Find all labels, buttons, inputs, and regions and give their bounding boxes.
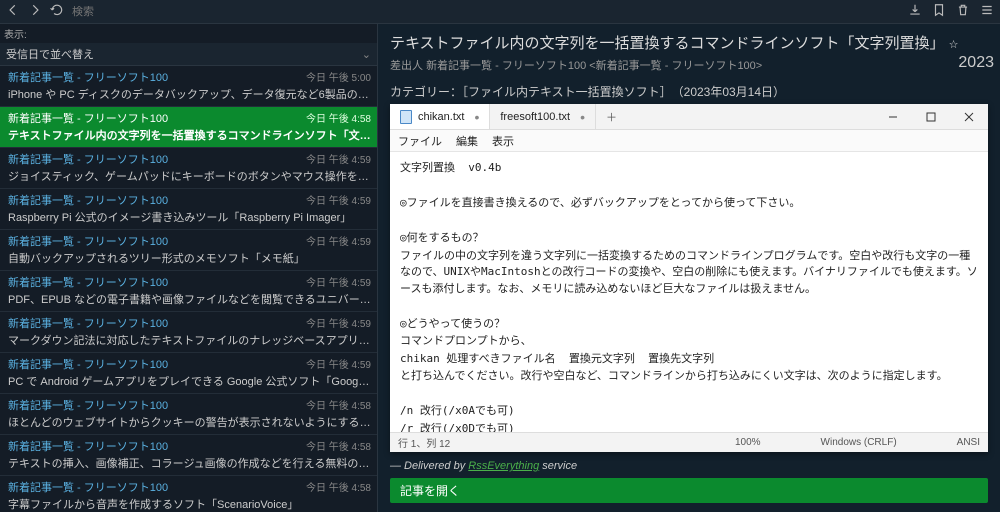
list-item-title: 新着記事一覧 - フリーソフト100: [8, 438, 168, 454]
bookmark-icon[interactable]: [932, 3, 946, 20]
list-item[interactable]: 新着記事一覧 - フリーソフト100 今日 午後 4:59マークダウン記法に対応し…: [0, 312, 377, 353]
message-view-panel: テキストファイル内の文字列を一括置換するコマンドラインソフト「文字列置換」 ☆ 差…: [378, 24, 1000, 512]
tab-label: freesoft100.txt: [500, 111, 570, 123]
document-icon: [400, 110, 412, 124]
list-item-title: 新着記事一覧 - フリーソフト100: [8, 397, 168, 413]
refresh-icon[interactable]: [50, 3, 64, 20]
list-item-time: 今日 午後 4:58: [306, 479, 371, 495]
window-menu: ファイル 編集 表示: [390, 130, 988, 152]
list-item[interactable]: 新着記事一覧 - フリーソフト100 今日 午後 4:59PDF、EPUB などの…: [0, 271, 377, 312]
list-item-subject: PC で Android ゲームアプリをプレイできる Google 公式ソフト「…: [8, 373, 371, 389]
message-list-panel: 表示: 受信日で並べ替え ⌄ 新着記事一覧 - フリーソフト100 今日 午後 5…: [0, 24, 378, 512]
list-item-subject: PDF、EPUB などの電子書籍や画像ファイルなどを閲覧できるユニバーサルドキュ…: [8, 291, 371, 307]
embedded-window: chikan.txt • freesoft100.txt • ＋ ファイル 編集…: [390, 104, 988, 452]
status-bar: 行 1、列 12 100% Windows (CRLF) ANSI: [390, 432, 988, 452]
encoding: ANSI: [957, 437, 980, 448]
cursor-position: 行 1、列 12: [398, 435, 450, 450]
sort-header[interactable]: 受信日で並べ替え ⌄: [0, 43, 377, 66]
list-item[interactable]: 新着記事一覧 - フリーソフト100 今日 午後 4:59ジョイスティック、ゲーム…: [0, 148, 377, 189]
list-item-title: 新着記事一覧 - フリーソフト100: [8, 274, 168, 290]
list-item-time: 今日 午後 4:59: [306, 356, 371, 372]
list-item-title: 新着記事一覧 - フリーソフト100: [8, 315, 168, 331]
download-icon[interactable]: [908, 3, 922, 20]
editor-body[interactable]: 文字列置換 v0.4b ◎ファイルを直接書き換えるので、必ずバックアップをとって…: [390, 152, 988, 432]
list-item[interactable]: 新着記事一覧 - フリーソフト100 今日 午後 4:58字幕ファイルから音声を作…: [0, 476, 377, 512]
list-item-title: 新着記事一覧 - フリーソフト100: [8, 110, 168, 126]
tab-label: chikan.txt: [418, 111, 464, 123]
tab-modified-dot: •: [580, 109, 585, 125]
trash-icon[interactable]: [956, 3, 970, 20]
window-titlebar: chikan.txt • freesoft100.txt • ＋: [390, 104, 988, 130]
list-item-time: 今日 午後 4:59: [306, 233, 371, 249]
rss-link[interactable]: RssEverything: [468, 460, 539, 472]
list-item[interactable]: 新着記事一覧 - フリーソフト100 今日 午後 4:58テキストファイル内の文字…: [0, 107, 377, 148]
sender-label: 差出人: [390, 60, 423, 72]
list-item-title: 新着記事一覧 - フリーソフト100: [8, 151, 168, 167]
back-icon[interactable]: [6, 3, 20, 20]
list-item[interactable]: 新着記事一覧 - フリーソフト100 今日 午後 4:59PC で Android…: [0, 353, 377, 394]
tab-freesoft[interactable]: freesoft100.txt •: [490, 104, 596, 129]
zoom-level: 100%: [735, 437, 761, 448]
list-item-subject: テキストの挿入、画像補正、コラージュ画像の作成などを行える無料の画像編集ソフト「…: [8, 455, 371, 471]
tab-modified-dot: •: [474, 109, 479, 125]
main-toolbar: [0, 0, 1000, 24]
list-item-subject: テキストファイル内の文字列を一括置換するコマンドラインソフト「文字列置換」: [8, 127, 371, 143]
list-item-time: 今日 午後 4:58: [306, 397, 371, 413]
list-item-title: 新着記事一覧 - フリーソフト100: [8, 192, 168, 208]
list-item-time: 今日 午後 4:59: [306, 315, 371, 331]
tab-chikan[interactable]: chikan.txt •: [390, 104, 490, 129]
menu-icon[interactable]: [980, 3, 994, 20]
forward-icon[interactable]: [28, 3, 42, 20]
list-item[interactable]: 新着記事一覧 - フリーソフト100 今日 午後 4:58テキストの挿入、画像補正…: [0, 435, 377, 476]
close-button[interactable]: [950, 104, 988, 130]
list-item-title: 新着記事一覧 - フリーソフト100: [8, 69, 168, 85]
category-line: カテゴリー：［ファイル内テキスト一括置換ソフト］ （2023年03月14日）: [378, 77, 1000, 104]
list-item-subject: ジョイスティック、ゲームパッドにキーボードのボタンやマウス操作をマッピングするソ…: [8, 168, 371, 184]
menu-view[interactable]: 表示: [492, 133, 514, 149]
list-item-title: 新着記事一覧 - フリーソフト100: [8, 479, 168, 495]
menu-file[interactable]: ファイル: [398, 133, 442, 149]
minimize-button[interactable]: [874, 104, 912, 130]
list-item-title: 新着記事一覧 - フリーソフト100: [8, 356, 168, 372]
list-item-time: 今日 午後 4:59: [306, 274, 371, 290]
list-item-time: 今日 午後 4:59: [306, 151, 371, 167]
new-tab-button[interactable]: ＋: [596, 109, 627, 125]
list-item[interactable]: 新着記事一覧 - フリーソフト100 今日 午後 4:59Raspberry Pi…: [0, 189, 377, 230]
chevron-down-icon: ⌄: [362, 48, 371, 61]
list-item-subject: Raspberry Pi 公式のイメージ書き込みツール「Raspberry Pi…: [8, 209, 371, 225]
list-item[interactable]: 新着記事一覧 - フリーソフト100 今日 午後 5:00iPhone や PC …: [0, 66, 377, 107]
list-item-subject: 字幕ファイルから音声を作成するソフト「ScenarioVoice」: [8, 496, 371, 512]
sort-header-label: 受信日で並べ替え: [6, 46, 94, 62]
list-item-subject: 自動バックアップされるツリー形式のメモソフト「メモ紙」: [8, 250, 371, 266]
list-item-time: 今日 午後 4:58: [306, 438, 371, 454]
list-item-time: 今日 午後 4:59: [306, 192, 371, 208]
article-title: テキストファイル内の文字列を一括置換するコマンドラインソフト「文字列置換」: [390, 35, 945, 52]
search-input[interactable]: [72, 6, 192, 18]
line-ending: Windows (CRLF): [821, 437, 897, 448]
list-item-subject: iPhone や PC ディスクのデータバックアップ、データ復元など6製品の無償…: [8, 86, 371, 102]
menu-edit[interactable]: 編集: [456, 133, 478, 149]
list-item-subject: ほとんどのウェブサイトからクッキーの警告が表示されないようにするブラウザー拡張機…: [8, 414, 371, 430]
maximize-button[interactable]: [912, 104, 950, 130]
year-display: 2023: [958, 54, 994, 72]
list-item-title: 新着記事一覧 - フリーソフト100: [8, 233, 168, 249]
list-item-time: 今日 午後 5:00: [306, 69, 371, 85]
open-article-button[interactable]: 記事を開く: [390, 478, 988, 503]
display-indicator: 表示:: [0, 24, 377, 43]
message-list: 新着記事一覧 - フリーソフト100 今日 午後 5:00iPhone や PC …: [0, 66, 377, 512]
list-item-subject: マークダウン記法に対応したテキストファイルのナレッジベースアプリ「Obsidia…: [8, 332, 371, 348]
delivered-by: — Delivered by RssEverything service: [378, 456, 1000, 476]
list-item[interactable]: 新着記事一覧 - フリーソフト100 今日 午後 4:59自動バックアップされるツ…: [0, 230, 377, 271]
list-item[interactable]: 新着記事一覧 - フリーソフト100 今日 午後 4:58ほとんどのウェブサイトか…: [0, 394, 377, 435]
sender-value: 新着記事一覧 - フリーソフト100 <新着記事一覧 - フリーソフト100>: [426, 60, 762, 72]
list-item-time: 今日 午後 4:58: [306, 110, 371, 126]
star-icon[interactable]: ☆: [949, 39, 959, 51]
